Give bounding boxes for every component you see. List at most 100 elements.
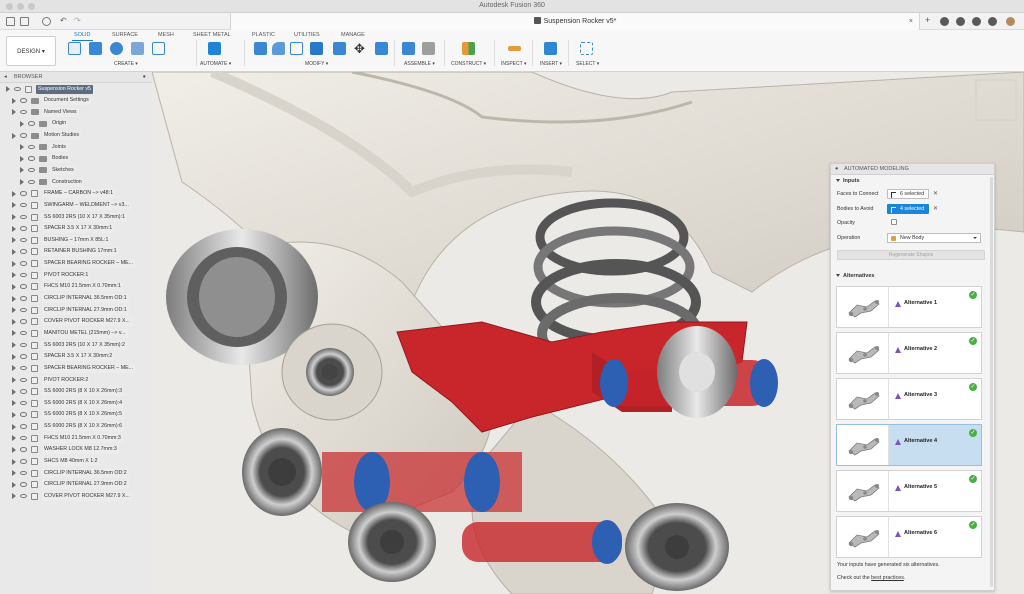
expand-arrow-icon[interactable] xyxy=(12,400,16,407)
visibility-eye-icon[interactable] xyxy=(20,191,27,196)
browser-tree-item[interactable]: SS 6000 2RS (8 X 10 X 26mm):4 xyxy=(0,397,152,409)
expand-arrow-icon[interactable] xyxy=(12,388,16,395)
alternative-card[interactable]: Alternative 1 ✓ xyxy=(836,286,982,328)
alternative-card[interactable]: Alternative 5 ✓ xyxy=(836,470,982,512)
shell-icon[interactable] xyxy=(310,42,323,55)
visibility-eye-icon[interactable] xyxy=(20,342,27,348)
visibility-eye-icon[interactable] xyxy=(20,109,27,115)
alternative-card[interactable]: Alternative 4 ✓ xyxy=(836,424,982,466)
browser-tree-item[interactable]: CIRCLIP INTERNAL 27.9mm OD:2 xyxy=(0,479,152,491)
expand-arrow-icon[interactable] xyxy=(12,283,16,290)
inspect-menu[interactable]: INSPECT ▾ xyxy=(501,61,527,67)
panel-collapse-icon[interactable]: ● xyxy=(835,164,838,175)
alternative-card[interactable]: Alternative 3 ✓ xyxy=(836,378,982,420)
create-menu[interactable]: CREATE ▾ xyxy=(114,61,138,67)
expand-arrow-icon[interactable] xyxy=(20,144,24,151)
best-practices-link[interactable]: best practices xyxy=(871,575,904,581)
expand-arrow-icon[interactable] xyxy=(12,342,16,349)
expand-arrow-icon[interactable] xyxy=(20,179,24,186)
expand-arrow-icon[interactable] xyxy=(12,260,16,267)
alternatives-section-header[interactable]: Alternatives xyxy=(831,270,981,282)
expand-arrow-icon[interactable] xyxy=(12,353,16,360)
expand-arrow-icon[interactable] xyxy=(12,458,16,465)
visibility-eye-icon[interactable] xyxy=(20,377,27,383)
expand-arrow-icon[interactable] xyxy=(12,470,16,477)
visibility-eye-icon[interactable] xyxy=(20,226,27,231)
visibility-eye-icon[interactable] xyxy=(20,261,27,266)
redo-icon[interactable]: ↷ xyxy=(74,16,81,25)
visibility-eye-icon[interactable] xyxy=(20,98,27,103)
tab-sheet-metal[interactable]: SHEET METAL xyxy=(193,32,231,38)
pin-icon[interactable]: ● xyxy=(143,72,146,83)
faces-selection-button[interactable]: 6 selected xyxy=(887,189,930,199)
visibility-eye-icon[interactable] xyxy=(20,214,27,220)
visibility-eye-icon[interactable] xyxy=(28,167,35,173)
grid-menu-icon[interactable] xyxy=(6,17,15,26)
fillet-icon[interactable] xyxy=(272,42,285,55)
pattern-icon[interactable] xyxy=(152,42,165,55)
browser-tree-item[interactable]: Motion Studies xyxy=(0,130,152,142)
browser-tree-item[interactable]: PIVOT ROCKER:1 xyxy=(0,269,152,281)
extrude-icon[interactable] xyxy=(89,42,102,55)
browser-tree-item[interactable]: CIRCLIP INTERNAL 27.9mm OD:1 xyxy=(0,304,152,316)
expand-arrow-icon[interactable] xyxy=(12,307,16,314)
document-tab[interactable]: Suspension Rocker v5* × xyxy=(230,13,920,30)
browser-tree-item[interactable]: WASHER LOCK M8 12.7mm:3 xyxy=(0,444,152,456)
expand-arrow-icon[interactable] xyxy=(12,97,16,104)
expand-arrow-icon[interactable] xyxy=(20,167,24,174)
expand-arrow-icon[interactable] xyxy=(20,155,24,162)
visibility-eye-icon[interactable] xyxy=(20,365,27,371)
joint-icon[interactable] xyxy=(422,42,435,55)
expand-arrow-icon[interactable] xyxy=(12,377,16,384)
browser-tree-item[interactable]: SS 6000 2RS (8 X 10 X 26mm):5 xyxy=(0,409,152,421)
expand-arrow-icon[interactable] xyxy=(12,190,16,197)
tab-manage[interactable]: MANAGE xyxy=(341,32,365,38)
alternative-card[interactable]: Alternative 2 ✓ xyxy=(836,332,982,374)
modify-menu[interactable]: MODIFY ▾ xyxy=(305,61,328,67)
expand-arrow-icon[interactable] xyxy=(12,214,16,221)
browser-tree-item[interactable]: FRAME – CARBON –> v48:1 xyxy=(0,188,152,200)
notifications-icon[interactable] xyxy=(972,17,981,26)
workspace-switcher-button[interactable]: DESIGN ▾ xyxy=(6,36,56,66)
press-pull-icon[interactable] xyxy=(254,42,267,55)
revolve-icon[interactable] xyxy=(110,42,123,55)
visibility-eye-icon[interactable] xyxy=(20,400,27,406)
browser-tree-item[interactable]: SPACER BEARING ROCKER – ME... xyxy=(0,258,152,270)
visibility-eye-icon[interactable] xyxy=(20,319,27,324)
expand-arrow-icon[interactable] xyxy=(12,318,16,325)
browser-tree-item[interactable]: Bodies xyxy=(0,153,152,165)
browser-tree-item[interactable]: FHCS M10 21.5mm X 0.70mm:3 xyxy=(0,432,152,444)
browser-tree-item[interactable]: COVER PIVOT ROCKER M27.9 X... xyxy=(0,490,152,502)
chamfer-icon[interactable] xyxy=(290,42,303,55)
undo-icon[interactable]: ↶ xyxy=(60,16,67,25)
visibility-eye-icon[interactable] xyxy=(20,307,27,313)
tab-plastic[interactable]: PLASTIC xyxy=(252,32,275,38)
browser-tree-item[interactable]: PIVOT ROCKER:2 xyxy=(0,374,152,386)
regenerate-shapes-button[interactable]: Regenerate Shapes xyxy=(837,250,985,260)
expand-arrow-icon[interactable] xyxy=(20,120,24,127)
help-icon[interactable] xyxy=(988,17,997,26)
browser-tree-item[interactable]: Construction xyxy=(0,176,152,188)
browser-tree-item[interactable]: SPACER 3.5 X 17 X 30mm:2 xyxy=(0,351,152,363)
visibility-eye-icon[interactable] xyxy=(20,424,27,429)
expand-arrow-icon[interactable] xyxy=(12,330,16,337)
expand-arrow-icon[interactable] xyxy=(12,225,16,232)
visibility-eye-icon[interactable] xyxy=(20,272,27,278)
tab-solid[interactable]: SOLID xyxy=(72,32,92,41)
expand-arrow-icon[interactable] xyxy=(12,237,16,244)
new-sketch-icon[interactable] xyxy=(68,42,81,55)
visibility-eye-icon[interactable] xyxy=(28,156,35,161)
visibility-eye-icon[interactable] xyxy=(20,202,27,208)
visibility-eye-icon[interactable] xyxy=(20,284,27,289)
browser-tree-item[interactable]: SPACER 3.5 X 17 X 30mm:1 xyxy=(0,223,152,235)
browser-tree-item[interactable]: SHCS M8 40mm X 1:2 xyxy=(0,456,152,468)
browser-tree-item[interactable]: RETAINER BUSHING 17mm:1 xyxy=(0,246,152,258)
save-icon[interactable] xyxy=(42,17,51,26)
browser-tree-item[interactable]: SS 6000 2RS (8 X 10 X 26mm):6 xyxy=(0,421,152,433)
visibility-eye-icon[interactable] xyxy=(28,179,35,185)
browser-tree-item[interactable]: MANITOU METEL (215mm) –> v... xyxy=(0,327,152,339)
move-icon[interactable]: ✥ xyxy=(354,42,367,55)
expand-arrow-icon[interactable] xyxy=(12,423,16,430)
visibility-eye-icon[interactable] xyxy=(20,249,27,254)
operation-dropdown[interactable]: New Body xyxy=(887,232,981,243)
